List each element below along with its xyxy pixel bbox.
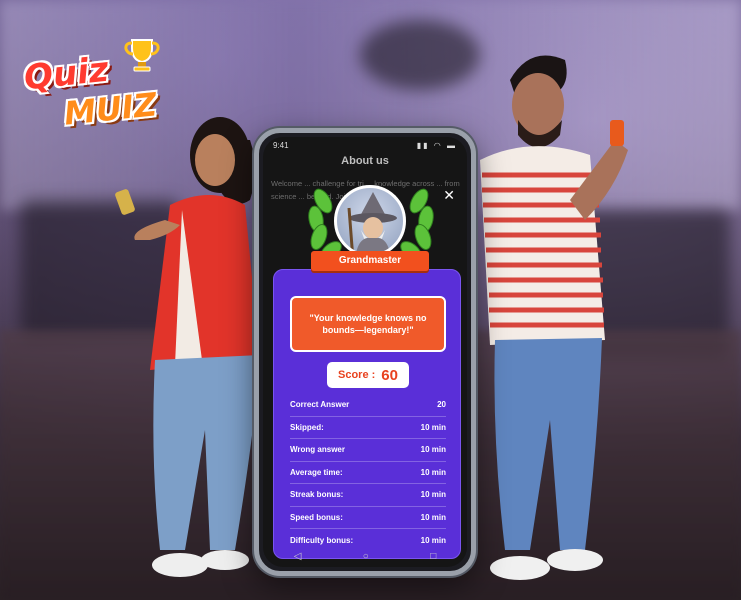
stat-label: Skipped: <box>290 422 324 432</box>
score-badge: Score : 60 <box>327 362 409 388</box>
stat-value: 10 min <box>420 512 446 522</box>
phone-screen: 9:41 ▮▮ ◠ ▬ About us Welcome ... challen… <box>263 137 467 567</box>
stat-label: Correct Answer <box>290 400 350 410</box>
stat-value: 10 min <box>420 535 446 545</box>
status-time: 9:41 <box>273 141 289 150</box>
rank-ribbon: Grandmaster <box>305 251 435 275</box>
stat-value: 10 min <box>420 445 446 455</box>
score-label: Score : <box>338 369 376 381</box>
stat-label: Speed bonus: <box>290 512 343 522</box>
wizard-avatar <box>334 185 406 257</box>
stat-value: 10 min <box>420 490 446 500</box>
back-icon[interactable]: ◁ <box>294 551 302 562</box>
phone-mockup: 9:41 ▮▮ ◠ ▬ About us Welcome ... challen… <box>254 128 476 576</box>
nav-bar: ◁ ○ □ <box>263 545 467 567</box>
stats-list: Correct Answer 20 Skipped: 10 min Wrong … <box>290 394 446 552</box>
recent-apps-icon[interactable]: □ <box>430 551 436 562</box>
stat-row-correct: Correct Answer 20 <box>290 394 446 417</box>
status-icons: ▮▮ ◠ ▬ <box>416 141 457 150</box>
stat-value: 20 <box>437 400 446 410</box>
woman-photo <box>115 117 260 577</box>
stat-row-streak: Streak bonus: 10 min <box>290 484 446 507</box>
result-quote: "Your knowledge knows no bounds—legendar… <box>290 296 446 352</box>
trophy-icon <box>124 39 160 72</box>
stat-row-average: Average time: 10 min <box>290 462 446 484</box>
stat-row-skipped: Skipped: 10 min <box>290 417 446 439</box>
man-photo <box>480 55 628 580</box>
stat-label: Streak bonus: <box>290 490 344 500</box>
home-icon[interactable]: ○ <box>363 551 369 562</box>
stat-label: Difficulty bonus: <box>290 535 354 545</box>
status-bar: 9:41 ▮▮ ◠ ▬ <box>263 137 467 153</box>
stat-value: 10 min <box>420 467 446 477</box>
close-icon[interactable]: ✕ <box>443 187 455 204</box>
stat-row-speed: Speed bonus: 10 min <box>290 507 446 529</box>
stat-value: 10 min <box>420 422 446 432</box>
page-title: About us <box>341 155 389 167</box>
result-card: "Your knowledge knows no bounds—legendar… <box>273 269 461 559</box>
score-value: 60 <box>381 366 398 384</box>
rank-badge: Grandmaster <box>301 171 441 283</box>
stat-row-wrong: Wrong answer 10 min <box>290 439 446 462</box>
stat-label: Wrong answer <box>290 445 345 455</box>
stat-label: Average time: <box>290 467 343 477</box>
